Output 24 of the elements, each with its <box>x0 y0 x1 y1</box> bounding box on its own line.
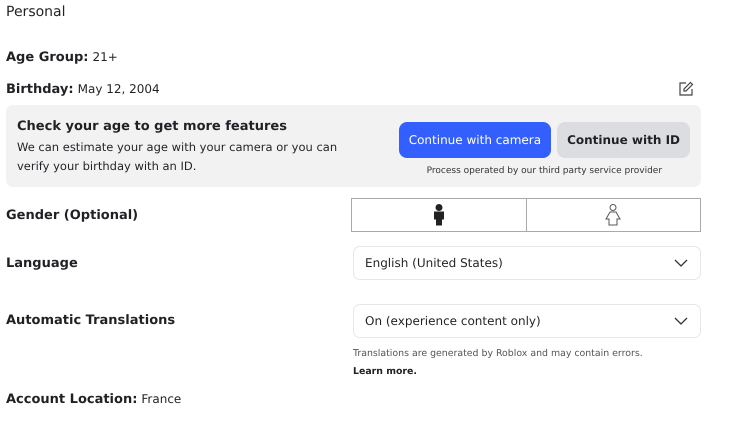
id-button[interactable]: Continue with ID <box>557 122 690 158</box>
edit-icon[interactable] <box>678 81 694 97</box>
camera-button[interactable]: Continue with camera <box>398 122 552 158</box>
birthday-label: Birthday: <box>6 82 74 96</box>
card-description: We can estimate your age with your camera or you can verify your birthday with an ID. <box>17 139 338 175</box>
account-location-label: Account Location: <box>6 392 138 406</box>
card-title: Check your age to get more features <box>17 119 288 134</box>
translations-dropdown[interactable]: On (experience content only) <box>353 304 701 338</box>
birthday-value: May 12, 2004 <box>78 82 160 96</box>
person-icon <box>432 204 445 226</box>
gender-label: Gender (Optional) <box>6 208 138 222</box>
age-group-value: 21+ <box>92 50 118 64</box>
provider-note: Process operated by our third party service provider <box>426 166 662 176</box>
account-location-value: France <box>141 392 182 406</box>
section-title: Personal <box>6 4 67 22</box>
learn-more-link[interactable]: Learn more. <box>353 366 417 377</box>
age-group-label: Age Group: <box>6 50 88 64</box>
person-icon <box>605 204 622 226</box>
chevron-down-icon <box>674 259 688 267</box>
translations-note: Translations are generated by Roblox and may contain errors. Learn more. <box>353 347 644 379</box>
translations-label: Automatic Translations <box>6 313 176 328</box>
language-label: Language <box>6 256 78 270</box>
chevron-down-icon <box>674 317 688 325</box>
language-dropdown[interactable]: English (United States) <box>353 246 701 280</box>
